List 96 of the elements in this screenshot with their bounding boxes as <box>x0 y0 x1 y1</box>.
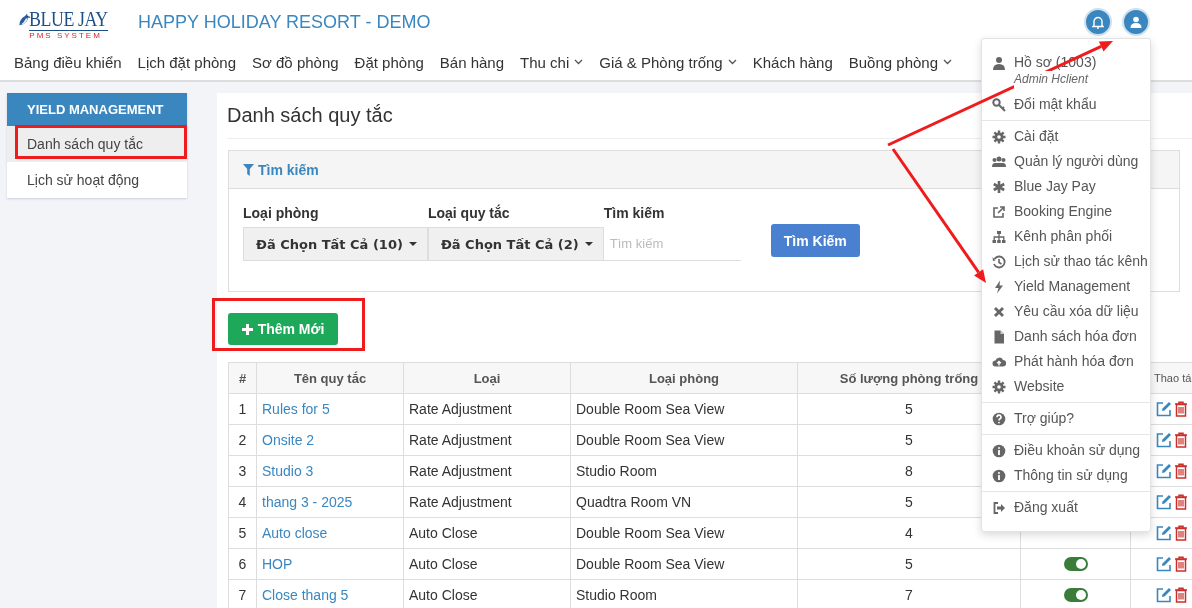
field-label: Tìm kiếm <box>603 205 666 221</box>
nav-item[interactable]: Khách hàng <box>752 53 833 71</box>
nav-item[interactable]: Buồng phòng <box>848 53 953 71</box>
trash-icon[interactable] <box>1174 494 1188 510</box>
users-icon <box>992 155 1006 169</box>
toggle-switch[interactable] <box>1063 557 1088 571</box>
sidebar-title: YIELD MANAGEMENT <box>7 93 187 126</box>
menu-item[interactable]: Danh sách hóa đơn <box>1014 328 1137 345</box>
table-cell: Double Room Sea View <box>570 424 798 456</box>
column-header: Tên quy tắc <box>256 362 404 394</box>
menu-item[interactable]: Booking Engine <box>1014 203 1113 220</box>
table-cell: 7 <box>228 579 257 608</box>
nav-item[interactable]: Bảng điều khiển <box>14 53 122 71</box>
edit-icon[interactable] <box>1156 432 1172 448</box>
edit-icon[interactable] <box>1156 587 1172 603</box>
gear-icon <box>992 380 1006 394</box>
rule-name-link[interactable]: HOP <box>262 556 293 572</box>
rule-name-link[interactable]: Onsite 2 <box>262 432 315 448</box>
cloud-upload-icon <box>992 355 1006 369</box>
edit-icon[interactable] <box>1156 463 1172 479</box>
menu-item[interactable]: Quản lý người dùng <box>1014 153 1139 170</box>
multi-select-dropdown[interactable]: Đã Chọn Tất Cả (10) <box>243 227 428 261</box>
table-cell: Auto Close <box>403 548 571 580</box>
column-header: # <box>228 362 257 394</box>
table-cell: Quadtra Room VN <box>570 486 798 518</box>
field-label: Loại phòng <box>243 205 320 221</box>
hotel-title: HAPPY HOLIDAY RESORT - DEMO <box>138 11 431 33</box>
menu-item[interactable]: Yield Management <box>1014 278 1131 295</box>
history-icon <box>992 255 1006 269</box>
table-cell: Rate Adjustment <box>403 486 571 518</box>
table-cell: Studio Room <box>570 455 798 487</box>
trash-icon[interactable] <box>1174 463 1188 479</box>
logo-tagline: PMS SYSTEM <box>29 31 102 41</box>
menu-item[interactable]: Yêu cầu xóa dữ liệu <box>1014 303 1139 320</box>
close-icon <box>992 305 1006 319</box>
table-cell: Rate Adjustment <box>403 393 571 425</box>
nav-item[interactable]: Sơ đồ phòng <box>252 53 339 71</box>
trash-icon[interactable] <box>1174 587 1188 603</box>
notification-button[interactable] <box>1084 8 1112 36</box>
table-cell: Rate Adjustment <box>403 424 571 456</box>
table-cell: Auto Close <box>403 517 571 549</box>
column-header: Loại <box>403 362 571 394</box>
edit-icon[interactable] <box>1156 525 1172 541</box>
nav-item[interactable]: Thu chi <box>520 53 584 71</box>
nav-item[interactable]: Bán hàng <box>439 53 505 71</box>
menu-item[interactable]: Đổi mật khẩu <box>1014 96 1097 113</box>
table-cell: 4 <box>228 486 257 518</box>
info-icon <box>992 469 1006 483</box>
user-menu-button[interactable] <box>1122 8 1150 36</box>
menu-item[interactable]: Lịch sử thao tác kênh <box>1014 253 1148 270</box>
multi-select-dropdown[interactable]: Đã Chọn Tất Cả (2) <box>427 227 604 261</box>
menu-item[interactable]: Cài đặt <box>1014 128 1059 145</box>
table-cell: 5 <box>228 517 257 549</box>
nav-item[interactable]: Giá & Phòng trống <box>599 53 737 71</box>
trash-icon[interactable] <box>1174 525 1188 541</box>
edit-icon[interactable] <box>1156 556 1172 572</box>
trash-icon[interactable] <box>1174 556 1188 572</box>
table-cell: 1 <box>228 393 257 425</box>
table-cell: 3 <box>228 455 257 487</box>
file-icon <box>992 330 1006 344</box>
sidebar-item[interactable]: Lịch sử hoạt động <box>7 162 187 198</box>
gear-icon <box>992 130 1006 144</box>
table-cell: Rate Adjustment <box>403 455 571 487</box>
external-link-icon <box>992 205 1006 219</box>
table-cell: Double Room Sea View <box>570 393 798 425</box>
sitemap-icon <box>992 230 1006 244</box>
table-cell: 5 <box>797 548 1021 580</box>
help-icon <box>992 412 1006 426</box>
logo-wordmark: BLUE JAY <box>29 8 109 31</box>
trash-icon[interactable] <box>1174 432 1188 448</box>
user-icon <box>992 56 1006 70</box>
table-cell: Double Room Sea View <box>570 548 798 580</box>
edit-icon[interactable] <box>1156 494 1172 510</box>
filter-icon <box>243 163 254 176</box>
nav-item[interactable]: Lịch đặt phòng <box>137 53 236 71</box>
trash-icon[interactable] <box>1174 401 1188 417</box>
rule-name-link[interactable]: Studio 3 <box>262 463 314 479</box>
sign-out-icon <box>992 501 1006 515</box>
menu-item[interactable]: Kênh phân phối <box>1014 228 1113 245</box>
edit-icon[interactable] <box>1156 401 1172 417</box>
info-icon <box>992 444 1006 458</box>
asterisk-icon <box>992 180 1006 194</box>
user-icon <box>1130 16 1142 28</box>
plus-icon <box>241 323 253 335</box>
column-header: Loại phòng <box>570 362 798 394</box>
panel-title: Tìm kiếm <box>258 161 319 178</box>
toggle-switch[interactable] <box>1063 588 1088 602</box>
table-cell: Double Room Sea View <box>570 517 798 549</box>
search-button[interactable]: Tìm Kiếm <box>770 224 860 257</box>
field-label: Loại quy tắc <box>427 205 511 221</box>
table-cell: 6 <box>228 548 257 580</box>
table-cell: 2 <box>228 424 257 456</box>
menu-item[interactable]: Blue Jay Pay <box>1014 178 1096 195</box>
key-icon <box>992 98 1006 112</box>
nav-item[interactable]: Đặt phòng <box>354 53 424 71</box>
bell-icon <box>1092 15 1104 29</box>
